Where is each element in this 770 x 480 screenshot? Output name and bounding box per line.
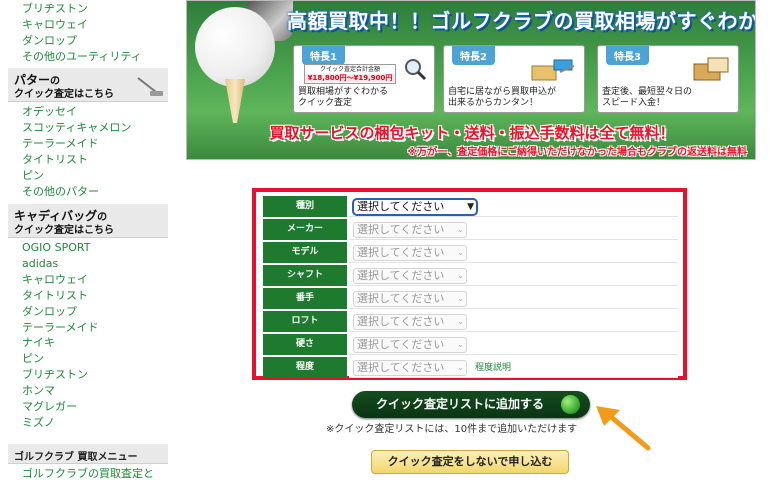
sidebar-link-titleist-bag[interactable]: タイトリスト bbox=[22, 289, 88, 303]
maker-label: メーカー bbox=[263, 219, 347, 240]
sidebar-link-other-utility[interactable]: その他のユーティリティ bbox=[22, 50, 142, 64]
sidebar-link-dunlop-bag[interactable]: ダンロップ bbox=[22, 305, 77, 319]
flex-select[interactable]: 選択してください ⌄ bbox=[353, 337, 467, 353]
sidebar-link-callaway[interactable]: キャロウェイ bbox=[22, 18, 88, 32]
feature-badge: 特長1 bbox=[302, 46, 345, 65]
sidebar-link-ogio-sport[interactable]: OGIO SPORT bbox=[22, 241, 90, 255]
putter-icon bbox=[137, 77, 163, 96]
sidebar-link-other-putter[interactable]: その他のパター bbox=[22, 185, 99, 199]
banner-headline: 高額買取中！！ゴルフクラブの買取相場がすぐわかる bbox=[287, 9, 756, 33]
feature-badge: 特長3 bbox=[606, 46, 649, 65]
add-to-quick-list-button[interactable]: クイック査定リストに追加する bbox=[352, 391, 590, 418]
chevron-down-icon: ⌄ bbox=[457, 225, 464, 234]
green-orb-icon bbox=[561, 395, 580, 414]
sidebar-link-buy-guide[interactable]: ゴルフクラブの買取査定と bbox=[22, 467, 154, 480]
promo-banner: 高額買取中！！ゴルフクラブの買取相場がすぐわかる 特長1 クイック査定合計金額 … bbox=[186, 0, 756, 160]
shaft-select[interactable]: 選択してください ⌄ bbox=[353, 268, 467, 284]
loft-label: ロフト bbox=[263, 311, 347, 332]
condition-select[interactable]: 選択してください ⌄ bbox=[353, 360, 467, 376]
chevron-down-icon: ⌄ bbox=[457, 340, 464, 349]
number-select[interactable]: 選択してください ⌄ bbox=[353, 291, 467, 307]
chevron-down-icon: ⌄ bbox=[457, 363, 464, 372]
form-row-flex: 硬さ 選択してください ⌄ bbox=[263, 334, 678, 355]
chevron-down-icon: ⌄ bbox=[457, 271, 464, 280]
sidebar-link-ping-bag[interactable]: ピン bbox=[22, 352, 44, 366]
chevron-down-icon: ⌄ bbox=[457, 294, 464, 303]
loft-select[interactable]: 選択してください ⌄ bbox=[353, 314, 467, 330]
model-select[interactable]: 選択してください ⌄ bbox=[353, 245, 467, 261]
sidebar-link-odyssey[interactable]: オデッセイ bbox=[22, 105, 77, 119]
caddie-bag-section-subtitle: クイック査定はこちら bbox=[14, 225, 114, 236]
chevron-down-icon: ⌄ bbox=[457, 248, 464, 257]
sidebar-link-taylormade-bag[interactable]: テーラーメイド bbox=[22, 321, 99, 335]
maker-select[interactable]: 選択してください ⌄ bbox=[353, 222, 467, 238]
buy-menu-header: ゴルフクラブ 買取メニュー bbox=[8, 444, 168, 464]
putter-section-header[interactable]: パターの クイック査定はこちら bbox=[8, 68, 168, 102]
shaft-label: シャフト bbox=[263, 265, 347, 286]
condition-help-link[interactable]: 程度説明 bbox=[475, 360, 511, 373]
sidebar-link-macgregor[interactable]: マグレガー bbox=[22, 400, 77, 414]
form-row-model: モデル 選択してください ⌄ bbox=[263, 242, 678, 263]
feature-card-1: 特長1 クイック査定合計金額 ¥18,800円〜¥19,900円 買取相場がすぐ… bbox=[293, 45, 435, 113]
flex-label: 硬さ bbox=[263, 334, 347, 355]
model-label: モデル bbox=[263, 242, 347, 263]
quick-appraisal-form: 種別 選択してください ▼ メーカー 選択してください ⌄ モデル 選択してください… bbox=[252, 188, 687, 380]
sidebar-link-honma[interactable]: ホンマ bbox=[22, 384, 55, 398]
chevron-down-icon: ⌄ bbox=[457, 317, 464, 326]
chevron-down-icon: ▼ bbox=[467, 202, 474, 212]
form-row-shaft: シャフト 選択してください ⌄ bbox=[263, 265, 678, 286]
sidebar-link-bridgestone-bag[interactable]: ブリヂストン bbox=[22, 368, 88, 382]
number-label: 番手 bbox=[263, 288, 347, 309]
feature-badge: 特長2 bbox=[452, 46, 495, 65]
form-row-loft: ロフト 選択してください ⌄ bbox=[263, 311, 678, 332]
feature-description: 自宅に居ながら買取申込が 出来るからカンタン！ bbox=[448, 87, 557, 108]
return-shipping-note: ※万が一、査定価格にご納得いただけなかった場合もクラブの返送料は無料 bbox=[407, 147, 747, 158]
type-select[interactable]: 選択してください ▼ bbox=[353, 199, 477, 215]
sidebar-link-nike[interactable]: ナイキ bbox=[22, 336, 55, 350]
delivery-box-icon bbox=[531, 59, 575, 81]
putter-section-subtitle: クイック査定はこちら bbox=[14, 89, 114, 100]
golf-ball-image bbox=[195, 7, 275, 87]
sidebar-link-dunlop[interactable]: ダンロップ bbox=[22, 34, 77, 48]
form-row-condition: 程度 選択してください ⌄ 程度説明 bbox=[263, 357, 678, 378]
cash-envelope-icon bbox=[693, 57, 729, 81]
feature-card-2: 特長2 自宅に居ながら買取申込が 出来るからカンタン！ bbox=[443, 45, 585, 113]
magnifier-icon bbox=[405, 59, 427, 81]
feature-description: 買取相場がすぐわかる クイック査定 bbox=[298, 87, 389, 108]
form-row-maker: メーカー 選択してください ⌄ bbox=[263, 219, 678, 240]
golf-tee-image bbox=[225, 79, 245, 123]
sidebar-link-taylormade[interactable]: テーラーメイド bbox=[22, 137, 99, 151]
condition-label: 程度 bbox=[263, 357, 347, 378]
sidebar-link-titleist[interactable]: タイトリスト bbox=[22, 153, 88, 167]
type-label: 種別 bbox=[263, 196, 347, 217]
sidebar-link-callaway-bag[interactable]: キャロウェイ bbox=[22, 273, 88, 287]
form-row-number: 番手 選択してください ⌄ bbox=[263, 288, 678, 309]
form-row-type: 種別 選択してください ▼ bbox=[263, 196, 678, 217]
sidebar-link-ping[interactable]: ピン bbox=[22, 169, 44, 183]
sidebar-link-bridgestone[interactable]: ブリヂストン bbox=[22, 2, 88, 16]
apply-without-appraisal-button[interactable]: クイック査定をしないで申し込む bbox=[371, 450, 569, 474]
caddie-bag-section-header[interactable]: キャディバッグの クイック査定はこちら bbox=[8, 204, 168, 238]
pointer-arrow-icon bbox=[596, 406, 651, 451]
price-display: クイック査定合計金額 ¥18,800円〜¥19,900円 bbox=[304, 64, 396, 84]
sidebar-link-adidas[interactable]: adidas bbox=[22, 257, 58, 271]
sidebar-link-scotty-cameron[interactable]: スコッティキャメロン bbox=[22, 121, 131, 135]
list-limit-note: ※クイック査定リストには、10件まで追加いただけます bbox=[326, 424, 578, 435]
feature-description: 査定後、最短翌々日の スピード入金！ bbox=[602, 87, 693, 108]
feature-card-3: 特長3 査定後、最短翌々日の スピード入金！ bbox=[597, 45, 739, 113]
free-service-headline: 買取サービスの梱包キット・送料・振込手数料は全て無料！ bbox=[269, 124, 675, 142]
sidebar-link-mizuno[interactable]: ミズノ bbox=[22, 416, 55, 430]
sidebar: ブリヂストン キャロウェイ ダンロップ その他のユーティリティ パターの クイッ… bbox=[0, 0, 172, 480]
